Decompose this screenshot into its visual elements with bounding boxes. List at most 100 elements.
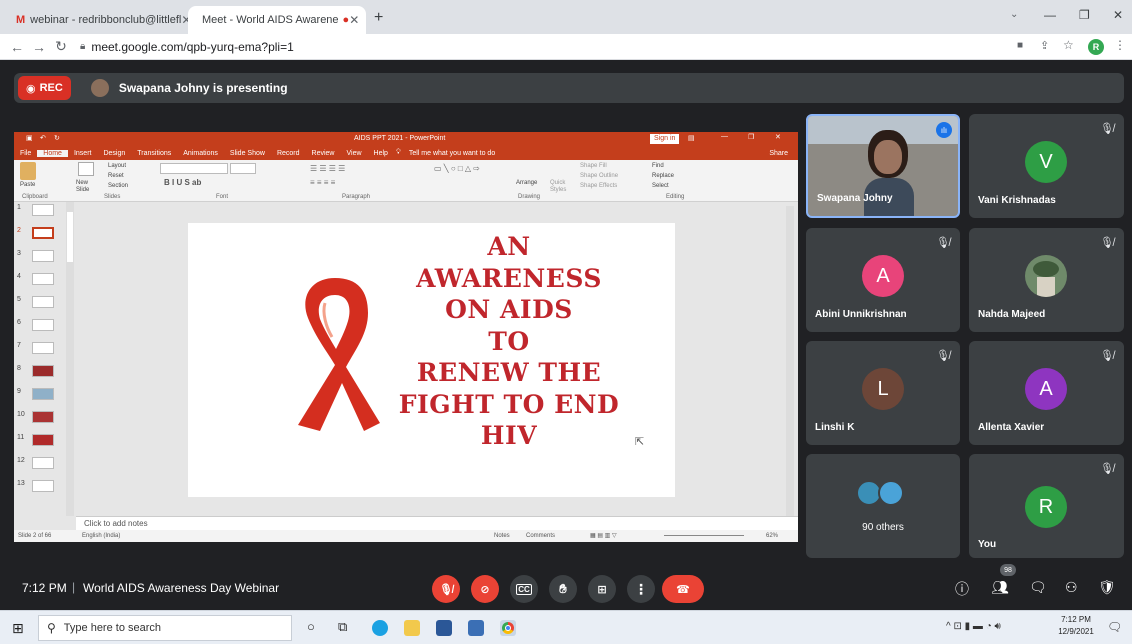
task-view-icon[interactable]: ⧉	[338, 619, 347, 635]
slide-thumbnail[interactable]	[32, 388, 54, 400]
host-controls-icon[interactable]: 🛡︎	[1098, 579, 1116, 596]
profile-avatar[interactable]: R	[1088, 39, 1104, 55]
slide-thumbnail[interactable]	[32, 457, 54, 469]
thumbs-scrollbar[interactable]	[66, 202, 74, 516]
undo-icon[interactable]: ↶	[40, 134, 46, 142]
system-tray-icons[interactable]: ^ ⊡ ▮ ▬ ◔ 🔊︎	[946, 621, 1001, 632]
tab-meet[interactable]: Meet - World AIDS Awarene ● ✕	[188, 6, 366, 34]
camera-icon[interactable]: ■	[1017, 40, 1023, 51]
ppt-restore-icon[interactable]: ❐	[748, 133, 754, 141]
raise-hand-button[interactable]: ✋︎	[549, 575, 577, 603]
slide-thumbnail[interactable]	[32, 319, 54, 331]
slide-thumbnail[interactable]	[32, 250, 54, 262]
save-icon[interactable]: ▣	[26, 134, 33, 142]
notes-button[interactable]: Notes	[494, 530, 510, 542]
shape-effects-button[interactable]: Shape Effects	[580, 183, 617, 189]
shape-fill-button[interactable]: Shape Fill	[580, 163, 607, 169]
quick-styles-button[interactable]: Quick Styles	[550, 180, 568, 194]
taskbar-search[interactable]: ⚲ Type here to search	[38, 615, 292, 641]
view-buttons[interactable]: ▦ ▤ ▥ ▽	[590, 530, 617, 542]
new-slide-icon[interactable]	[78, 162, 94, 176]
shapes-gallery-icon[interactable]: ▭ ╲ ○ □ △ ⇨	[434, 164, 480, 173]
scrollbar-thumb[interactable]	[67, 212, 73, 262]
ribbon-tab-design[interactable]: Design	[97, 150, 131, 157]
redo-icon[interactable]: ↻	[54, 134, 60, 142]
shape-outline-button[interactable]: Shape Outline	[580, 173, 618, 179]
rec-badge[interactable]: ◉ REC	[18, 76, 71, 100]
font-size-select[interactable]	[230, 163, 256, 174]
present-button[interactable]: ⊞	[588, 575, 616, 603]
find-button[interactable]: Find	[652, 163, 664, 169]
ribbon-tab-view[interactable]: View	[340, 150, 367, 157]
mic-off-button[interactable]: 🎙︎̸	[432, 575, 460, 603]
tell-me-field[interactable]: Tell me what you want to do	[403, 150, 501, 157]
layout-button[interactable]: Layout	[108, 163, 126, 169]
info-icon[interactable]: ⓘ	[955, 579, 969, 599]
notes-pane[interactable]: Click to add notes	[76, 516, 798, 530]
paste-icon[interactable]	[20, 162, 36, 180]
font-family-select[interactable]	[160, 163, 228, 174]
ribbon-tab-transitions[interactable]: Transitions	[131, 150, 177, 157]
close-icon[interactable]: ✕	[349, 13, 359, 27]
align-icons[interactable]: ≡ ≡ ≡ ≡	[310, 178, 335, 187]
leave-call-button[interactable]: ☎︎	[662, 575, 704, 603]
new-slide-button[interactable]: New Slide	[76, 180, 98, 194]
arrange-button[interactable]: Arrange	[516, 180, 537, 186]
participant-tile-others[interactable]: 90 others	[806, 454, 960, 558]
notifications-icon[interactable]: 🗨︎	[1107, 620, 1122, 634]
ribbon-tab-help[interactable]: Help	[368, 150, 394, 157]
participant-tile[interactable]: 🎙︎̸ L Linshi K	[806, 341, 960, 445]
menu-dots-icon[interactable]: ⋮	[1114, 38, 1126, 52]
slide-canvas[interactable]: AN AWARENESS ON AIDS TO RENEW THE FIGHT …	[188, 223, 675, 497]
url-field[interactable]: meet.google.com/qpb-yurq-ema?pli=1	[91, 40, 293, 54]
zoom-level[interactable]: 62%	[766, 530, 778, 542]
section-button[interactable]: Section	[108, 183, 128, 189]
slide-thumbnail[interactable]	[32, 365, 54, 377]
zoom-slider[interactable]	[664, 535, 744, 536]
slide-thumbnail[interactable]	[32, 296, 54, 308]
ribbon-tab-insert[interactable]: Insert	[68, 150, 98, 157]
share-button[interactable]: Share	[763, 150, 798, 157]
slide-thumbnail[interactable]	[32, 342, 54, 354]
participant-tile[interactable]: 🎙︎̸ V Vani Krishnadas	[969, 114, 1124, 218]
share-icon[interactable]: ⇪	[1040, 39, 1049, 52]
ribbon-tab-slideshow[interactable]: Slide Show	[224, 150, 271, 157]
reset-button[interactable]: Reset	[108, 173, 124, 179]
ribbon-tab-animations[interactable]: Animations	[177, 150, 224, 157]
people-icon[interactable]: 👥︎	[991, 579, 1009, 596]
chrome-icon[interactable]	[500, 620, 516, 636]
tab-gmail[interactable]: M webinar - redribbonclub@littlefl ✕	[8, 6, 188, 34]
edge-icon[interactable]	[372, 620, 388, 636]
participant-tile[interactable]: 🎙︎̸ Nahda Majeed	[969, 228, 1124, 332]
slide-thumbnail[interactable]	[32, 411, 54, 423]
ribbon-display-icon[interactable]: ▤	[688, 134, 695, 142]
slide-title[interactable]: AN AWARENESS ON AIDS TO RENEW THE FIGHT …	[398, 231, 620, 452]
store-icon[interactable]	[436, 620, 452, 636]
comments-button[interactable]: Comments	[526, 530, 555, 542]
restore-icon[interactable]: ❐	[1079, 8, 1090, 22]
participant-tile[interactable]: 🎙︎̸ A Allenta Xavier	[969, 341, 1124, 445]
slide-thumbnail[interactable]	[32, 204, 54, 216]
cortana-icon[interactable]: ○	[307, 619, 315, 634]
camera-off-button[interactable]: ⊘	[471, 575, 499, 603]
font-format-icons[interactable]: B I U S ab	[164, 178, 201, 187]
tab-search-icon[interactable]: ⌄	[1010, 9, 1018, 20]
replace-button[interactable]: Replace	[652, 173, 674, 179]
ribbon-tab-home[interactable]: Home	[37, 149, 68, 157]
sign-in-button[interactable]: Sign in	[650, 134, 680, 144]
back-icon[interactable]: ←	[6, 39, 28, 55]
file-explorer-icon[interactable]	[404, 620, 420, 636]
bookmark-star-icon[interactable]: ☆	[1063, 38, 1074, 52]
taskbar-clock[interactable]: 7:12 PM	[1056, 615, 1096, 624]
slide-thumbnail[interactable]	[32, 434, 54, 446]
reload-icon[interactable]: ↻	[50, 38, 72, 55]
close-window-icon[interactable]: ✕	[1113, 8, 1123, 22]
slide-thumbnail[interactable]	[32, 273, 54, 285]
slide-scrollbar[interactable]	[786, 206, 794, 516]
ppt-close-icon[interactable]: ✕	[775, 133, 781, 141]
close-icon[interactable]: ✕	[181, 13, 188, 27]
captions-button[interactable]: CC	[510, 575, 538, 603]
taskbar-date[interactable]: 12/9/2021	[1052, 627, 1100, 636]
ribbon-tab-record[interactable]: Record	[271, 150, 306, 157]
minimize-icon[interactable]: —	[1044, 8, 1056, 22]
